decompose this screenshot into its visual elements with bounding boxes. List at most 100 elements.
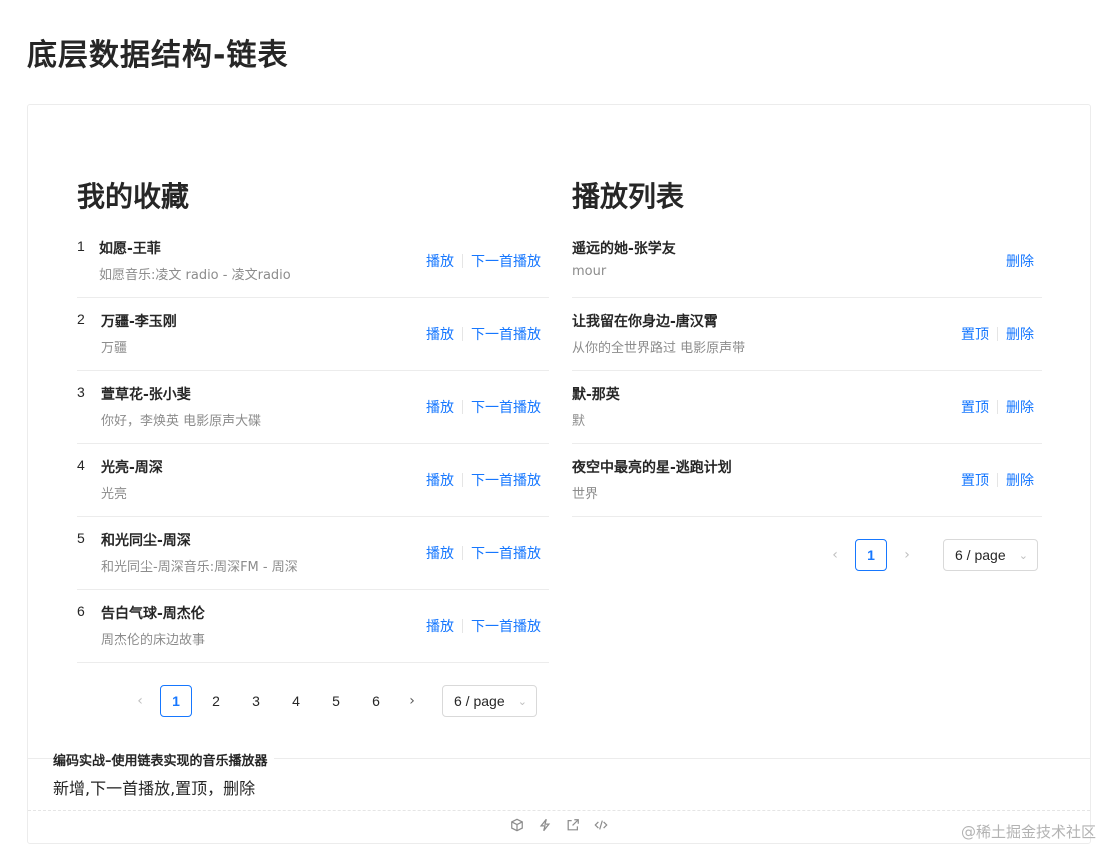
play-button[interactable]: 播放: [426, 470, 454, 490]
playlist-item-title: 让我留在你身边-唐汉霄: [572, 314, 718, 330]
page-1-button[interactable]: 1: [855, 539, 887, 571]
action-divider: [462, 254, 463, 268]
delete-button[interactable]: 删除: [1006, 324, 1034, 344]
pin-top-button[interactable]: 置顶: [961, 324, 989, 344]
pin-top-button[interactable]: 置顶: [961, 470, 989, 490]
sandbox-icon[interactable]: [510, 818, 524, 832]
favorites-item-actions: 播放 下一首播放: [426, 324, 541, 344]
action-divider: [997, 327, 998, 341]
favorites-item-desc: 和光同尘-周深音乐:周深FM - 周深: [101, 560, 298, 575]
play-next-button[interactable]: 下一首播放: [471, 251, 541, 271]
play-next-button[interactable]: 下一首播放: [471, 397, 541, 417]
favorites-item-actions: 播放 下一首播放: [426, 397, 541, 417]
page-6-button[interactable]: 6: [360, 685, 392, 717]
favorites-item-title: 万疆-李玉刚: [101, 314, 177, 330]
play-next-button[interactable]: 下一首播放: [471, 324, 541, 344]
play-button[interactable]: 播放: [426, 324, 454, 344]
pin-top-button[interactable]: 置顶: [961, 397, 989, 417]
favorites-title: 我的收藏: [77, 180, 190, 213]
favorites-item-actions: 播放 下一首播放: [426, 543, 541, 563]
prev-page-button[interactable]: ‹: [819, 539, 851, 571]
action-divider: [462, 619, 463, 633]
favorites-item-actions: 播放 下一首播放: [426, 251, 541, 271]
playlist-item-actions: 置顶 删除: [961, 470, 1034, 490]
lightning-icon[interactable]: [538, 818, 552, 832]
playlist-item: 让我留在你身边-唐汉霄 从你的全世界路过 电影原声带 置顶 删除: [572, 298, 1042, 371]
favorites-item: 4 光亮-周深 光亮 播放 下一首播放: [77, 444, 549, 517]
playlist-title: 播放列表: [572, 180, 685, 213]
page-title: 底层数据结构-链表: [27, 38, 289, 73]
playlist-item-actions: 置顶 删除: [961, 324, 1034, 344]
demo-card: 我的收藏 1 如愿-王菲 如愿音乐:凌文 radio - 凌文radio 播放 …: [27, 104, 1091, 844]
playlist-list: 遥远的她-张学友 mour 删除 让我留在你身边-唐汉霄 从你的全世界路过 电影…: [572, 225, 1042, 517]
favorites-item-index: 2: [77, 311, 85, 327]
delete-button[interactable]: 删除: [1006, 251, 1034, 271]
favorites-item: 3 萱草花-张小斐 你好，李焕英 电影原声大碟 播放 下一首播放: [77, 371, 549, 444]
action-divider: [462, 473, 463, 487]
demo-description: 新增,下一首播放,置顶，删除: [53, 779, 256, 798]
playlist-item: 遥远的她-张学友 mour 删除: [572, 225, 1042, 298]
favorites-item-desc: 你好，李焕英 电影原声大碟: [101, 414, 262, 429]
next-page-button[interactable]: ›: [396, 685, 428, 717]
favorites-item-title: 萱草花-张小斐: [101, 387, 191, 403]
favorites-item: 1 如愿-王菲 如愿音乐:凌文 radio - 凌文radio 播放 下一首播放: [77, 225, 549, 298]
page-size-select[interactable]: 6 / page ⌄: [442, 685, 537, 717]
favorites-item-actions: 播放 下一首播放: [426, 616, 541, 636]
delete-button[interactable]: 删除: [1006, 397, 1034, 417]
playlist-item-title: 默-那英: [572, 387, 620, 403]
page-4-button[interactable]: 4: [280, 685, 312, 717]
favorites-item-index: 6: [77, 603, 85, 619]
favorites-item: 5 和光同尘-周深 和光同尘-周深音乐:周深FM - 周深 播放 下一首播放: [77, 517, 549, 590]
favorites-item-title: 告白气球-周杰伦: [101, 606, 205, 622]
next-page-button[interactable]: ›: [891, 539, 923, 571]
play-next-button[interactable]: 下一首播放: [471, 543, 541, 563]
favorites-item-desc: 光亮: [101, 487, 128, 502]
play-button[interactable]: 播放: [426, 616, 454, 636]
play-button[interactable]: 播放: [426, 543, 454, 563]
page-3-button[interactable]: 3: [240, 685, 272, 717]
favorites-item-index: 5: [77, 530, 85, 546]
play-button[interactable]: 播放: [426, 251, 454, 271]
favorites-item: 6 告白气球-周杰伦 周杰伦的床边故事 播放 下一首播放: [77, 590, 549, 663]
favorites-item-index: 3: [77, 384, 85, 400]
favorites-item-title: 光亮-周深: [101, 460, 163, 476]
playlist-item-actions: 置顶 删除: [961, 397, 1034, 417]
playlist-item-desc: 默: [572, 414, 586, 429]
action-divider: [462, 546, 463, 560]
external-link-icon[interactable]: [566, 818, 580, 832]
footer-dashed-divider: [28, 810, 1090, 811]
favorites-item-desc: 周杰伦的床边故事: [101, 633, 206, 648]
demo-description-title: 编码实战–使用链表实现的音乐播放器: [53, 750, 274, 769]
page-5-button[interactable]: 5: [320, 685, 352, 717]
page-1-button[interactable]: 1: [160, 685, 192, 717]
play-button[interactable]: 播放: [426, 397, 454, 417]
playlist-pagination: ‹ 1 › 6 / page ⌄: [819, 539, 1038, 571]
favorites-list: 1 如愿-王菲 如愿音乐:凌文 radio - 凌文radio 播放 下一首播放…: [77, 225, 549, 663]
favorites-pagination: ‹ 1 2 3 4 5 6 › 6 / page ⌄: [124, 685, 537, 717]
favorites-item: 2 万疆-李玉刚 万疆 播放 下一首播放: [77, 298, 549, 371]
playlist-item-title: 夜空中最亮的星-逃跑计划: [572, 460, 732, 476]
favorites-item-index: 1: [77, 238, 85, 254]
action-divider: [462, 327, 463, 341]
favorites-item-desc: 如愿音乐:凌文 radio - 凌文radio: [99, 268, 291, 283]
chevron-down-icon: ⌄: [1018, 549, 1028, 562]
playlist-item-title: 遥远的她-张学友: [572, 241, 676, 257]
play-next-button[interactable]: 下一首播放: [471, 616, 541, 636]
playlist-item-desc: 从你的全世界路过 电影原声带: [572, 341, 746, 356]
page-size-select[interactable]: 6 / page ⌄: [943, 539, 1038, 571]
play-next-button[interactable]: 下一首播放: [471, 470, 541, 490]
favorites-item-index: 4: [77, 457, 85, 473]
playlist-item-desc: mour: [572, 264, 607, 279]
code-icon[interactable]: [594, 818, 608, 832]
delete-button[interactable]: 删除: [1006, 470, 1034, 490]
action-divider: [997, 400, 998, 414]
playlist-item-desc: 世界: [572, 487, 599, 502]
page-size-value: 6 / page: [955, 547, 1006, 563]
favorites-item-actions: 播放 下一首播放: [426, 470, 541, 490]
page-2-button[interactable]: 2: [200, 685, 232, 717]
chevron-down-icon: ⌄: [517, 695, 527, 708]
favorites-item-title: 如愿-王菲: [99, 241, 161, 257]
prev-page-button[interactable]: ‹: [124, 685, 156, 717]
action-divider: [997, 473, 998, 487]
page-size-value: 6 / page: [454, 693, 505, 709]
